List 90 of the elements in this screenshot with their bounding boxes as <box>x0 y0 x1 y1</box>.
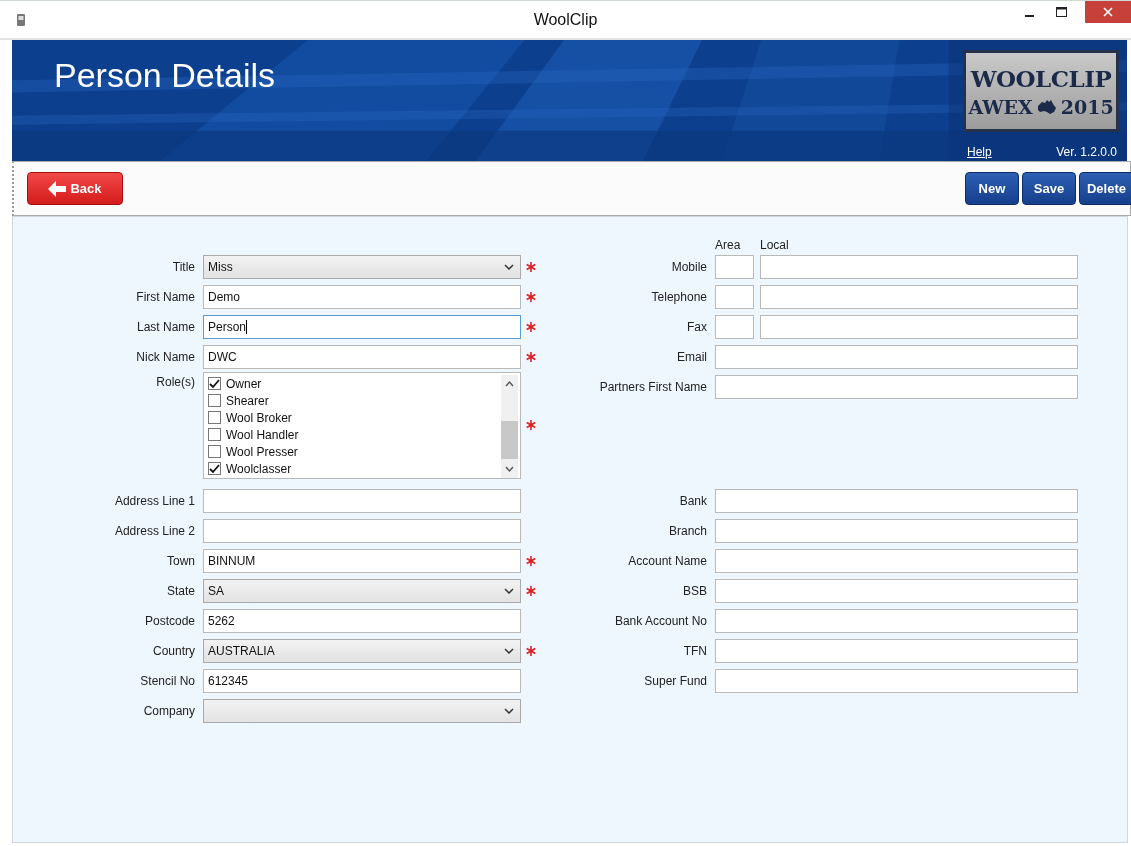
close-icon <box>1103 7 1113 17</box>
chevron-down-icon <box>504 264 514 270</box>
checkbox[interactable] <box>208 445 221 458</box>
field-label: First Name <box>135 290 196 304</box>
field-label: Country <box>151 644 196 658</box>
australia-map-icon <box>1036 98 1057 115</box>
maximize-icon <box>1055 7 1067 17</box>
dropdown[interactable]: Miss <box>203 255 521 279</box>
window-title: WoolClip <box>533 10 598 29</box>
phone-number-field[interactable] <box>760 285 1078 309</box>
field-label: BSB <box>682 584 708 598</box>
field-label: Address Line 2 <box>113 524 196 538</box>
text-field[interactable] <box>715 375 1078 399</box>
text-field[interactable]: DWC <box>203 345 521 369</box>
field-label: Bank <box>678 494 708 508</box>
minimize-icon <box>1024 15 1034 17</box>
column-header: Area <box>715 238 742 252</box>
checkbox-label[interactable]: Wool Presser <box>226 444 298 459</box>
field-label: Email <box>676 350 708 364</box>
field-label: Mobile <box>670 260 708 274</box>
text-field[interactable] <box>715 639 1078 663</box>
field-label: Account Name <box>627 554 708 568</box>
checkbox[interactable] <box>208 428 221 441</box>
field-label: Branch <box>667 524 708 538</box>
text-field[interactable]: Demo <box>203 285 521 309</box>
text-field[interactable] <box>203 519 521 543</box>
text-field[interactable] <box>715 549 1078 573</box>
field-label: Partners First Name <box>598 380 708 394</box>
chevron-down-icon <box>504 648 514 654</box>
field-label: Telephone <box>650 290 708 304</box>
field-label: Address Line 1 <box>113 494 196 508</box>
field-label: Fax <box>686 320 708 334</box>
field-label: Town <box>166 554 196 568</box>
checkbox[interactable] <box>208 377 221 390</box>
logo-text: AWEX <box>968 95 1033 118</box>
field-label: Postcode <box>143 614 196 628</box>
area-code-field[interactable] <box>715 255 754 279</box>
text-field[interactable]: 612345 <box>203 669 521 693</box>
toolbar-button[interactable]: New <box>964 172 1019 205</box>
dropdown[interactable]: SA <box>203 579 521 603</box>
checkbox-label[interactable]: Wool Handler <box>226 427 299 442</box>
text-field[interactable] <box>715 669 1078 693</box>
text-field[interactable] <box>715 489 1078 513</box>
checkbox-label[interactable]: Wool Broker <box>226 410 292 425</box>
dropdown[interactable] <box>203 699 521 723</box>
toolbar-button[interactable]: Save <box>1021 172 1076 205</box>
checkbox[interactable] <box>208 462 221 475</box>
page-title: Person Details <box>54 56 276 95</box>
logo-text: WOOLCLIP <box>970 64 1112 92</box>
text-field[interactable]: Person <box>203 315 521 339</box>
checkbox[interactable] <box>208 411 221 424</box>
version-text: Ver. 1.2.0.0 <box>1056 145 1117 159</box>
field-label: Company <box>142 704 196 718</box>
scrollbar[interactable] <box>501 375 518 478</box>
text-field[interactable]: 5262 <box>203 609 521 633</box>
text-field[interactable]: BINNUM <box>203 549 521 573</box>
field-label: TFN <box>682 644 708 658</box>
help-link[interactable]: Help <box>967 145 992 159</box>
dropdown[interactable]: AUSTRALIA <box>203 639 521 663</box>
phone-number-field[interactable] <box>760 255 1078 279</box>
toolbar-button[interactable]: Delete <box>1078 172 1131 205</box>
back-button[interactable]: Back <box>27 172 123 205</box>
checkbox[interactable] <box>208 394 221 407</box>
field-label: Last Name <box>135 320 196 334</box>
field-label: Stencil No <box>139 674 196 688</box>
field-label: Super Fund <box>643 674 708 688</box>
checkbox-label[interactable]: Woolclasser <box>226 461 292 476</box>
chevron-down-icon <box>504 708 514 714</box>
column-header: Local <box>760 238 789 252</box>
app-icon <box>16 12 26 27</box>
field-label: Bank Account No <box>613 614 708 628</box>
role-list[interactable]: Owner Shearer Wool Broker Wool Handler Wool Presser Woolclasser <box>203 372 521 479</box>
text-field[interactable] <box>715 579 1078 603</box>
text-field[interactable] <box>715 609 1078 633</box>
checkbox-label[interactable]: Owner <box>226 376 262 391</box>
phone-number-field[interactable] <box>760 315 1078 339</box>
field-label: Role(s) <box>155 374 196 389</box>
chevron-down-icon <box>504 588 514 594</box>
field-label: State <box>165 584 196 598</box>
field-label: Nick Name <box>135 350 196 364</box>
text-field[interactable] <box>203 489 521 513</box>
checkbox-label[interactable]: Shearer <box>226 393 269 408</box>
arrow-left-icon <box>48 180 67 197</box>
area-code-field[interactable] <box>715 285 754 309</box>
close-button[interactable] <box>1085 1 1131 23</box>
text-field[interactable] <box>715 345 1078 369</box>
field-label: Title <box>171 260 196 274</box>
logo-text: 2015 <box>1060 95 1114 118</box>
text-field[interactable] <box>715 519 1078 543</box>
area-code-field[interactable] <box>715 315 754 339</box>
